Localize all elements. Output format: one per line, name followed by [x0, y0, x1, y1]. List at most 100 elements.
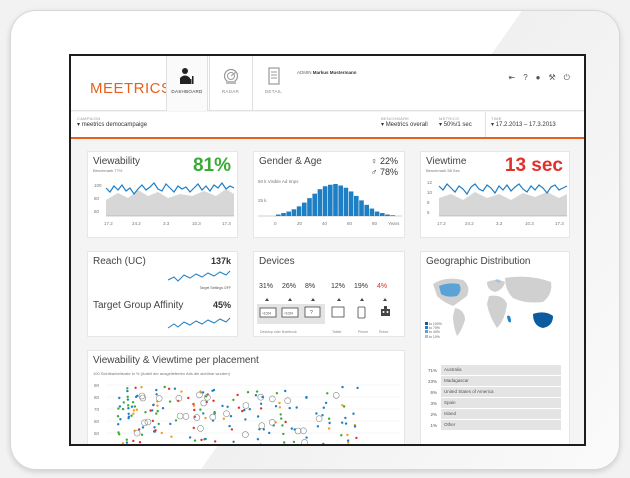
- age-bar: [296, 206, 302, 216]
- scatter-point: [140, 386, 143, 389]
- devices-card[interactable]: Devices 31% 26% 8% 12% 19% 4% >1024 <102…: [253, 251, 405, 337]
- country-row[interactable]: 3% Spain: [425, 398, 561, 409]
- scatter-point: [248, 408, 251, 411]
- device-pct: 26%: [282, 283, 297, 290]
- geo-card[interactable]: Geographic Distribution to 100% to 75% t…: [420, 251, 570, 444]
- device-label: Tablet: [332, 330, 342, 334]
- age-bar: [291, 209, 297, 216]
- country-row[interactable]: 6% United States of America: [425, 387, 561, 398]
- viewtime-card[interactable]: Viewtime Benchmark 58 Sec 13 sec 12 10 8…: [420, 151, 570, 238]
- user-icon[interactable]: ●: [536, 73, 541, 83]
- country-name: Madagascar: [441, 376, 561, 386]
- scatter-point: [127, 404, 130, 407]
- scatter-point: [282, 432, 285, 436]
- scatter-point: [192, 404, 196, 407]
- reach-card[interactable]: Reach (UC) 137k Target Settings OFF Targ…: [87, 251, 238, 337]
- scatter-point: [341, 385, 344, 389]
- age-x-tick: 40: [322, 221, 328, 226]
- scatter-point: [256, 415, 260, 418]
- placement-card[interactable]: Viewability & Viewtime per placement 100…: [87, 350, 405, 444]
- target-settings-toggle[interactable]: Target Settings OFF: [200, 286, 231, 290]
- admin-user: ADMIN Markus Mustermann: [297, 70, 357, 75]
- tab-detail[interactable]: DETAIL: [252, 56, 294, 111]
- tab-dashboard[interactable]: DASHBOARD: [166, 56, 208, 111]
- scatter-point: [116, 415, 120, 418]
- geo-title: Geographic Distribution: [426, 256, 531, 267]
- scatter-point: [321, 414, 324, 417]
- scatter-point: [157, 422, 160, 426]
- country-row[interactable]: 71% Australia: [425, 365, 561, 376]
- scatter-point: [222, 417, 225, 420]
- africa-shape: [487, 295, 507, 328]
- scatter-point: [229, 415, 233, 418]
- help-icon[interactable]: ?: [523, 73, 527, 83]
- country-name: Other: [441, 420, 561, 430]
- female-pct: 22%: [379, 156, 398, 166]
- device-label: Desktop oder Notebook: [260, 330, 297, 334]
- viewtime-line: [438, 183, 568, 196]
- age-bar: [364, 204, 369, 216]
- world-map[interactable]: [425, 272, 567, 342]
- scatter-point: [346, 439, 350, 442]
- country-pct: 3%: [430, 400, 437, 406]
- viewtime-x-tick: 10.3: [525, 221, 534, 226]
- age-bar: [333, 184, 338, 216]
- scatter-point: [326, 392, 329, 395]
- scatter-point: [280, 417, 283, 420]
- female-icon: ♀: [370, 156, 378, 166]
- country-name: United States of America: [441, 387, 561, 397]
- viewtime-y-tick: 6: [427, 210, 430, 215]
- scatter-ring: [284, 397, 291, 405]
- scatter-point: [155, 393, 158, 396]
- power-icon[interactable]: ⏻: [564, 73, 570, 83]
- gender-age-card[interactable]: Gender & Age ♀ 22% ♂ 78% 50 k Visible Ad…: [253, 151, 405, 238]
- australia-highlight: [533, 312, 553, 328]
- scatter-point: [288, 406, 291, 410]
- scatter-point: [204, 437, 207, 441]
- scatter-point: [211, 389, 214, 392]
- country-pct: 6%: [430, 389, 437, 395]
- time-select[interactable]: TIME ▾ 17.2.2013 – 17.3.2013: [491, 116, 556, 128]
- scatter-ring: [138, 392, 146, 400]
- scatter-point: [315, 412, 318, 415]
- gender-age-title: Gender & Age: [259, 156, 322, 167]
- tab-radar[interactable]: RADAR: [209, 56, 251, 111]
- scatter-point: [255, 390, 259, 393]
- metrics-select[interactable]: METRICS ▾ 50%/1 sec: [439, 116, 472, 128]
- scatter-point: [122, 401, 125, 404]
- scatter-point: [126, 395, 129, 398]
- campaign-select[interactable]: CAMPAIGN ▾ meetrics democampaige: [77, 116, 147, 128]
- tablet-icon: [331, 306, 345, 318]
- scatter-point: [187, 396, 190, 400]
- age-bar: [338, 185, 343, 216]
- scatter-point: [341, 404, 344, 407]
- viewability-title: Viewability: [93, 156, 141, 167]
- country-row[interactable]: 1% Other: [425, 420, 561, 431]
- scatter-point: [126, 389, 129, 393]
- viewability-card[interactable]: Viewability Benchmark 77% 81% 100 80 60 …: [87, 151, 238, 238]
- age-bar: [286, 211, 291, 216]
- benchmark-select[interactable]: BENCHMARK ▾ Meetrics overall: [381, 116, 428, 128]
- scatter-point: [153, 426, 156, 429]
- age-bar: [328, 184, 333, 216]
- scatter-point: [214, 440, 217, 443]
- viewability-x-tick: 24.2: [132, 221, 141, 226]
- logout-icon[interactable]: ⇤: [509, 73, 516, 83]
- country-row[interactable]: 23% Madagascar: [425, 376, 561, 387]
- country-row[interactable]: 2% Island: [425, 409, 561, 420]
- country-pct: 2%: [430, 411, 437, 417]
- scatter-point: [118, 396, 121, 400]
- europe-shape: [487, 280, 505, 292]
- scatter-point: [290, 427, 293, 430]
- settings-wrench-icon[interactable]: ⚒: [549, 73, 556, 83]
- device-pct: 31%: [259, 283, 274, 290]
- scatter-point: [127, 407, 130, 410]
- benchmark-value: ▾ Meetrics overall: [381, 122, 428, 128]
- scatter-point: [268, 431, 271, 435]
- svg-text:?: ?: [310, 310, 313, 316]
- scatter-point: [169, 422, 172, 426]
- gender-split: ♀ 22% ♂ 78%: [371, 156, 398, 178]
- map-legend: to 100% to 75% to 40% to 10%: [425, 322, 442, 339]
- affinity-title: Target Group Affinity: [93, 300, 184, 311]
- svg-text:<1024: <1024: [284, 312, 293, 316]
